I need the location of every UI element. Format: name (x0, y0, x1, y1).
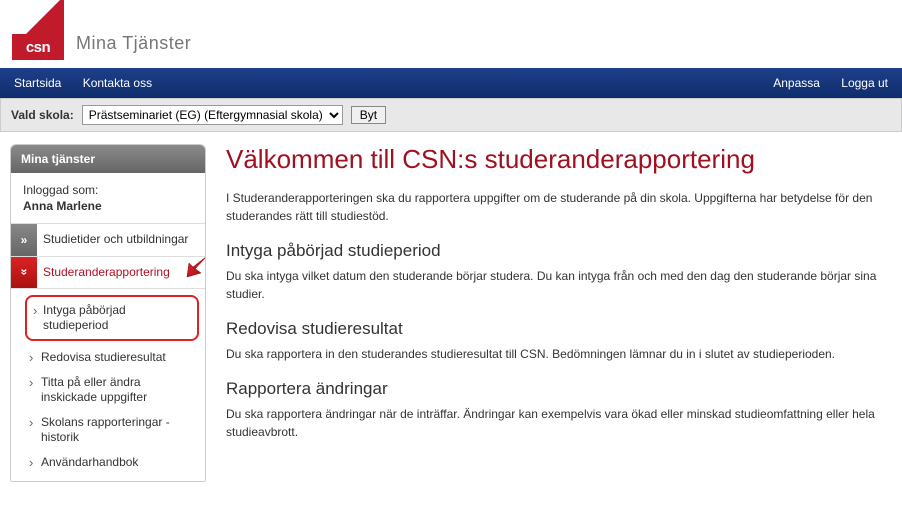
school-select[interactable]: Prästseminariet (EG) (Eftergymnasial sko… (82, 105, 343, 125)
callout-arrow-icon (183, 243, 206, 279)
submenu-titta-pa-eller-andra[interactable]: Titta på eller ändra inskickade uppgifte… (11, 370, 205, 410)
main-content: Välkommen till CSN:s studeranderapporter… (226, 144, 892, 482)
page-title: Välkommen till CSN:s studeranderapporter… (226, 144, 892, 175)
intro-paragraph: I Studeranderapporteringen ska du rappor… (226, 189, 892, 225)
logged-in-label: Inloggad som: (23, 183, 98, 197)
submenu-redovisa-studieresultat[interactable]: Redovisa studieresultat (11, 345, 205, 370)
school-label: Vald skola: (11, 108, 74, 122)
school-change-button[interactable]: Byt (351, 106, 386, 124)
logged-in-user: Anna Marlene (23, 199, 193, 213)
section-body: Du ska intyga vilket datum den studerand… (226, 267, 892, 303)
logo-text: csn (26, 39, 50, 56)
sidebar-item-label: Studietider och utbildningar (37, 224, 205, 256)
nav-anpassa[interactable]: Anpassa (773, 76, 820, 90)
sidebar-item-studietider[interactable]: » Studietider och utbildningar (11, 224, 205, 257)
header: csn Mina Tjänster (0, 0, 902, 68)
section-heading: Rapportera ändringar (226, 379, 892, 399)
submenu-skolans-rapporteringar[interactable]: Skolans rapporteringar - historik (11, 410, 205, 450)
chevron-double-right-icon: » (11, 224, 37, 256)
section-heading: Intyga påbörjad studieperiod (226, 241, 892, 261)
school-bar: Vald skola: Prästseminariet (EG) (Efterg… (0, 98, 902, 132)
site-title: Mina Tjänster (76, 33, 191, 54)
nav-kontakta-oss[interactable]: Kontakta oss (83, 76, 152, 90)
sidebar-header: Mina tjänster (11, 145, 205, 173)
sidebar-submenu: Intyga påbörjad studieperiod Redovisa st… (11, 289, 205, 481)
sidebar-item-label: Studeranderapportering (37, 257, 205, 289)
logo: csn (12, 6, 64, 58)
sidebar: Mina tjänster Inloggad som: Anna Marlene… (10, 144, 206, 482)
nav-logga-ut[interactable]: Logga ut (841, 76, 888, 90)
section-body: Du ska rapportera ändringar när de inträ… (226, 405, 892, 441)
section-heading: Redovisa studieresultat (226, 319, 892, 339)
chevron-double-down-icon: » (11, 257, 37, 289)
submenu-intyga-paborjad[interactable]: Intyga påbörjad studieperiod (25, 295, 199, 341)
section-body: Du ska rapportera in den studerandes stu… (226, 345, 892, 363)
sidebar-item-studeranderapportering[interactable]: » Studeranderapportering (11, 257, 205, 290)
submenu-anvandarhandbok[interactable]: Användarhandbok (11, 450, 205, 475)
top-nav: Startsida Kontakta oss Anpassa Logga ut (0, 68, 902, 98)
nav-startsida[interactable]: Startsida (14, 76, 61, 90)
sidebar-user-block: Inloggad som: Anna Marlene (11, 173, 205, 224)
